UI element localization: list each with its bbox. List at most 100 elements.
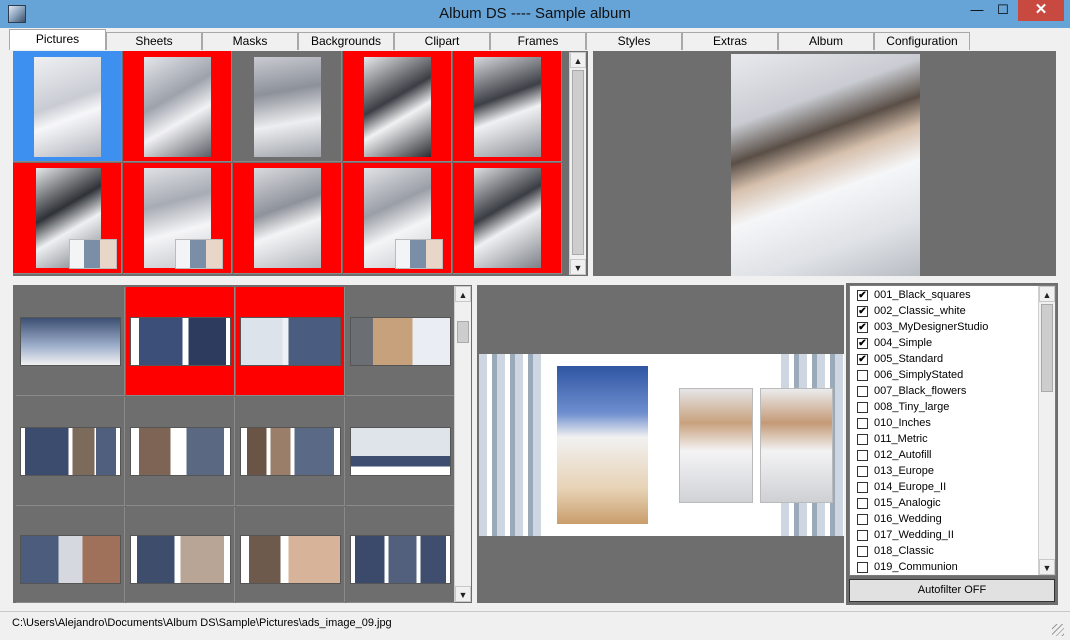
scroll-down-arrow-icon[interactable]: ▼ — [455, 586, 471, 602]
style-item[interactable]: 019_Communion — [857, 559, 958, 575]
style-item[interactable]: 017_Wedding_II — [857, 527, 954, 543]
picture-thumb[interactable] — [453, 163, 562, 274]
style-checkbox[interactable]: ✔ — [857, 338, 868, 349]
picture-thumb[interactable] — [343, 163, 452, 274]
minimize-button[interactable]: — — [964, 0, 990, 21]
sheet-thumb[interactable] — [236, 287, 345, 396]
style-item-label: 017_Wedding_II — [874, 529, 954, 541]
sheet-image — [130, 535, 231, 584]
sheet-thumb[interactable] — [126, 507, 235, 603]
style-item[interactable]: 010_Inches — [857, 415, 931, 431]
scroll-down-arrow-icon[interactable]: ▼ — [570, 259, 586, 275]
picture-thumb[interactable] — [233, 163, 342, 274]
status-file-path: C:\Users\Alejandro\Documents\Album DS\Sa… — [12, 617, 392, 629]
style-checkbox[interactable] — [857, 370, 868, 381]
style-item-label: 019_Communion — [874, 561, 958, 573]
sheet-image — [20, 535, 121, 584]
tab-frames[interactable]: Frames — [490, 32, 586, 50]
sheet-thumb[interactable] — [16, 507, 125, 603]
style-item[interactable]: 011_Metric — [857, 431, 928, 447]
scroll-thumb[interactable] — [457, 321, 469, 343]
tab-styles[interactable]: Styles — [586, 32, 682, 50]
style-item[interactable]: 012_Autofill — [857, 447, 932, 463]
autofilter-button[interactable]: Autofilter OFF — [849, 579, 1055, 602]
close-button[interactable]: ✕ — [1018, 0, 1064, 21]
picture-thumb[interactable] — [343, 51, 452, 162]
scroll-up-arrow-icon[interactable]: ▲ — [455, 286, 471, 302]
style-item-label: 002_Classic_white — [874, 305, 966, 317]
tab-extras[interactable]: Extras — [682, 32, 778, 50]
sheet-thumb[interactable] — [346, 287, 455, 396]
style-item-label: 015_Analogic — [874, 497, 941, 509]
style-checkbox[interactable] — [857, 546, 868, 557]
sheet-image — [130, 317, 231, 366]
style-item[interactable]: ✔ 002_Classic_white — [857, 303, 966, 319]
styles-scrollbar[interactable]: ▲ ▼ — [1038, 286, 1055, 575]
style-checkbox[interactable] — [857, 466, 868, 477]
sheet-thumb[interactable] — [16, 287, 125, 396]
style-item[interactable]: ✔ 004_Simple — [857, 335, 932, 351]
style-checkbox[interactable] — [857, 562, 868, 573]
style-checkbox[interactable] — [857, 450, 868, 461]
tab-pictures[interactable]: Pictures — [9, 29, 106, 50]
sheet-thumb[interactable] — [346, 507, 455, 603]
tab-clipart[interactable]: Clipart — [394, 32, 490, 50]
style-item[interactable]: ✔ 001_Black_squares — [857, 287, 971, 303]
tab-masks[interactable]: Masks — [202, 32, 298, 50]
style-checkbox[interactable]: ✔ — [857, 306, 868, 317]
scroll-up-arrow-icon[interactable]: ▲ — [570, 52, 586, 68]
picture-thumb[interactable] — [123, 51, 232, 162]
style-item[interactable]: 015_Analogic — [857, 495, 941, 511]
sheet-image — [350, 427, 451, 476]
style-item-label: 005_Standard — [874, 353, 944, 365]
sheet-thumb[interactable] — [16, 397, 125, 506]
style-checkbox[interactable] — [857, 402, 868, 413]
tab-sheets[interactable]: Sheets — [106, 32, 202, 50]
sheet-thumb[interactable] — [126, 397, 235, 506]
pictures-scrollbar[interactable]: ▲ ▼ — [569, 52, 586, 275]
style-item-label: 007_Black_flowers — [874, 385, 967, 397]
scroll-down-arrow-icon[interactable]: ▼ — [1039, 559, 1055, 575]
style-checkbox[interactable] — [857, 530, 868, 541]
style-checkbox[interactable] — [857, 386, 868, 397]
style-checkbox[interactable] — [857, 514, 868, 525]
title-bar: Album DS ---- Sample album — ☐ ✕ — [0, 0, 1070, 28]
style-item[interactable]: 018_Classic — [857, 543, 934, 559]
scroll-thumb[interactable] — [572, 70, 584, 255]
style-item[interactable]: 007_Black_flowers — [857, 383, 967, 399]
maximize-button[interactable]: ☐ — [990, 0, 1016, 21]
scroll-up-arrow-icon[interactable]: ▲ — [1039, 286, 1055, 302]
picture-thumb[interactable] — [13, 163, 122, 274]
style-checkbox[interactable] — [857, 482, 868, 493]
style-item[interactable]: ✔ 005_Standard — [857, 351, 944, 367]
sheet-thumb[interactable] — [236, 397, 345, 506]
tab-configuration[interactable]: Configuration — [874, 32, 970, 50]
picture-thumb[interactable] — [13, 51, 122, 162]
style-checkbox[interactable] — [857, 418, 868, 429]
style-checkbox[interactable]: ✔ — [857, 322, 868, 333]
style-item[interactable]: 014_Europe_II — [857, 479, 946, 495]
style-checkbox[interactable] — [857, 498, 868, 509]
scroll-thumb[interactable] — [1041, 304, 1053, 392]
style-checkbox[interactable]: ✔ — [857, 354, 868, 365]
sheet-thumb[interactable] — [236, 507, 345, 603]
style-item[interactable]: 008_Tiny_large — [857, 399, 949, 415]
sheet-thumb[interactable] — [346, 397, 455, 506]
picture-thumb[interactable] — [453, 51, 562, 162]
style-checkbox[interactable] — [857, 434, 868, 445]
sheet-photo-2 — [679, 388, 753, 503]
sheets-scrollbar[interactable]: ▲ ▼ — [454, 286, 471, 602]
picture-thumb[interactable] — [233, 51, 342, 162]
style-item[interactable]: 013_Europe — [857, 463, 934, 479]
sheet-image — [350, 317, 451, 366]
style-item[interactable]: 006_SimplyStated — [857, 367, 963, 383]
tab-album[interactable]: Album — [778, 32, 874, 50]
style-item[interactable]: ✔ 003_MyDesignerStudio — [857, 319, 988, 335]
resize-grip-icon[interactable] — [1052, 624, 1064, 636]
style-checkbox[interactable]: ✔ — [857, 290, 868, 301]
sheet-thumb[interactable] — [126, 287, 235, 396]
sheet-photo-1 — [557, 366, 648, 524]
style-item[interactable]: 016_Wedding — [857, 511, 942, 527]
tab-backgrounds[interactable]: Backgrounds — [298, 32, 394, 50]
picture-thumb[interactable] — [123, 163, 232, 274]
